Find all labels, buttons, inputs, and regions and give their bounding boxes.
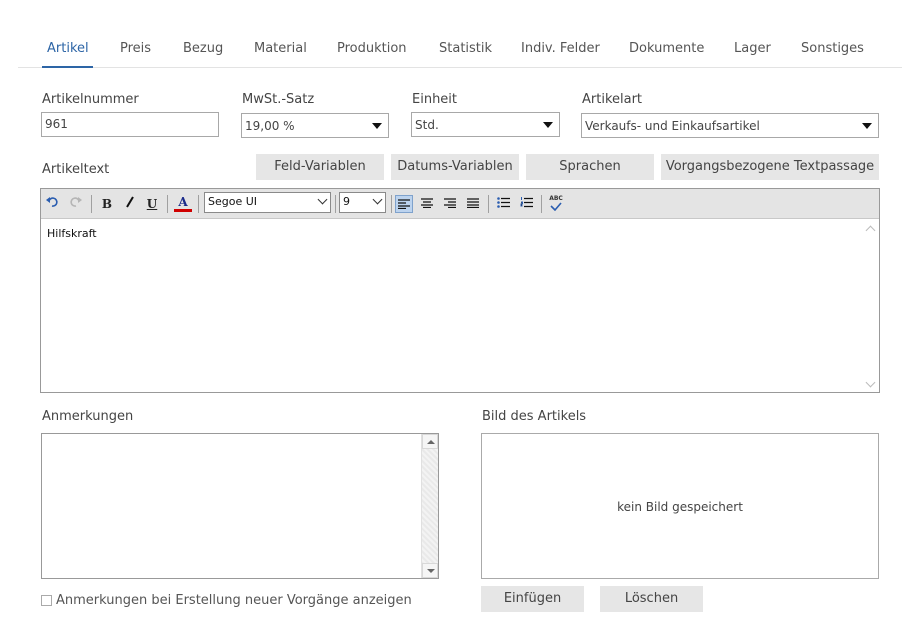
dropdown-arrow-icon <box>543 122 553 128</box>
tab-artikel[interactable]: Artikel <box>42 41 93 68</box>
tab-bar: Artikel Preis Bezug Material Produktion … <box>18 30 902 68</box>
tab-bezug[interactable]: Bezug <box>183 41 223 56</box>
anmerkungen-scrollbar[interactable] <box>421 434 438 578</box>
toolbar-separator <box>335 195 336 213</box>
spellcheck-label: ABC <box>549 195 563 202</box>
tab-sonstiges[interactable]: Sonstiges <box>801 41 864 56</box>
scroll-up-icon <box>427 440 435 444</box>
font-color-button[interactable]: A <box>174 195 192 212</box>
toolbar-separator <box>91 195 92 213</box>
scroll-up-button[interactable] <box>422 434 438 449</box>
dropdown-arrow-icon <box>862 123 872 129</box>
tab-statistik[interactable]: Statistik <box>439 41 492 56</box>
font-size-select[interactable]: 9 <box>339 192 386 213</box>
toolbar-separator <box>198 195 199 213</box>
dropdown-arrow-icon <box>372 123 382 129</box>
mwst-label: MwSt.-Satz <box>242 92 315 107</box>
tab-material[interactable]: Material <box>254 41 307 56</box>
einheit-label: Einheit <box>412 92 458 107</box>
redo-icon[interactable] <box>66 195 84 213</box>
mwst-value: 19,00 % <box>245 119 295 133</box>
artikeltext-editor: B U A Segoe UI 9 ABC Hilfskraft <box>40 188 880 393</box>
editor-scrollbar[interactable] <box>862 219 879 392</box>
scroll-down-icon[interactable] <box>865 377 876 388</box>
align-left-icon[interactable] <box>395 195 413 213</box>
tab-indiv-felder[interactable]: Indiv. Felder <box>521 41 600 56</box>
bild-preview: kein Bild gespeichert <box>481 433 879 579</box>
artikelnummer-label: Artikelnummer <box>42 92 139 107</box>
align-center-icon[interactable] <box>418 195 436 213</box>
toolbar-separator <box>541 195 542 213</box>
scroll-up-icon[interactable] <box>865 225 876 236</box>
toolbar-separator <box>391 195 392 213</box>
tab-lager[interactable]: Lager <box>734 41 771 56</box>
artikelnummer-input[interactable]: 961 <box>41 112 219 137</box>
artikelart-label: Artikelart <box>582 92 643 107</box>
mwst-select[interactable]: 19,00 % <box>241 113 389 138</box>
chevron-down-icon <box>372 194 383 205</box>
underline-button[interactable]: U <box>143 195 161 213</box>
tab-produktion[interactable]: Produktion <box>337 41 407 56</box>
anmerkungen-textarea[interactable] <box>41 433 439 579</box>
scroll-down-button[interactable] <box>422 563 438 578</box>
artikeltext-label: Artikeltext <box>42 162 110 177</box>
font-size-value: 9 <box>343 195 350 208</box>
anmerkungen-label: Anmerkungen <box>42 409 134 424</box>
artikelart-value: Verkaufs- und Einkaufsartikel <box>585 119 760 133</box>
italic-icon[interactable] <box>121 195 139 213</box>
toolbar-separator <box>488 195 489 213</box>
bullet-list-icon[interactable] <box>494 195 512 213</box>
loeschen-button[interactable]: Löschen <box>600 586 703 612</box>
editor-content[interactable]: Hilfskraft <box>47 227 97 240</box>
font-family-select[interactable]: Segoe UI <box>204 192 331 213</box>
einfuegen-button[interactable]: Einfügen <box>481 586 584 612</box>
undo-icon[interactable] <box>44 195 62 213</box>
einheit-select[interactable]: Std. <box>411 112 560 137</box>
datums-variablen-button[interactable]: Datums-Variablen <box>391 154 519 180</box>
artikelart-select[interactable]: Verkaufs- und Einkaufsartikel <box>581 113 879 138</box>
align-right-icon[interactable] <box>441 195 459 213</box>
sprachen-button[interactable]: Sprachen <box>526 154 654 180</box>
vorgang-textpassage-button[interactable]: Vorgangsbezogene Textpassage <box>661 154 879 180</box>
bold-button[interactable]: B <box>98 195 116 213</box>
spellcheck-icon[interactable]: ABC <box>547 195 565 213</box>
chevron-down-icon <box>317 194 328 205</box>
tab-preis[interactable]: Preis <box>120 41 151 56</box>
toolbar-separator <box>167 195 168 213</box>
bild-label: Bild des Artikels <box>482 409 587 424</box>
scroll-down-icon <box>427 569 435 573</box>
anmerkungen-anzeigen-checkbox[interactable] <box>41 595 52 606</box>
font-family-value: Segoe UI <box>208 195 258 208</box>
kein-bild-text: kein Bild gespeichert <box>617 500 743 514</box>
tab-dokumente[interactable]: Dokumente <box>629 41 704 56</box>
editor-toolbar: B U A Segoe UI 9 ABC <box>41 189 879 219</box>
numbered-list-icon[interactable] <box>517 195 535 213</box>
einheit-value: Std. <box>415 118 439 132</box>
align-justify-icon[interactable] <box>464 195 482 213</box>
anmerkungen-anzeigen-label[interactable]: Anmerkungen bei Erstellung neuer Vorgäng… <box>56 593 412 608</box>
feld-variablen-button[interactable]: Feld-Variablen <box>256 154 384 180</box>
